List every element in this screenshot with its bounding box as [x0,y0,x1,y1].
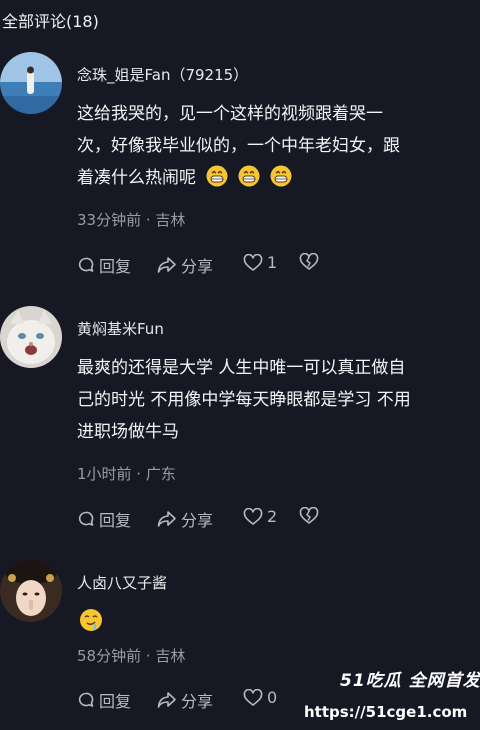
user-name[interactable]: 黄焖基米Fun [77,318,164,339]
like-count: 0 [267,688,278,707]
comment-meta: 58分钟前 · 吉林 [77,647,186,665]
like-button[interactable]: 2 [243,507,277,526]
dislike-heart-icon [299,507,319,525]
user-name[interactable]: 念珠_姐是Fan（79215） [77,64,248,85]
grin-emoji-icon [206,165,228,187]
heart-icon [243,253,263,272]
comment-icon [77,256,95,274]
heart-icon [243,688,263,707]
reply-button[interactable]: 回复 [77,253,131,277]
grin-emoji-icon [238,165,260,187]
watermark-brand: 51吃瓜 全网首发 [340,671,480,691]
comment-line: 进职场做牛马 [77,422,179,442]
reply-button[interactable]: 回复 [77,688,131,712]
grin-emoji-icon [270,165,292,187]
comment-actions: 回复 分享 1 [77,253,377,281]
dislike-button[interactable] [299,253,319,271]
comment-icon [77,510,95,528]
reply-button[interactable]: 回复 [77,507,131,531]
like-count: 1 [267,253,278,272]
user-name[interactable]: 人卤八又子酱 [77,572,167,593]
comment-meta: 33分钟前 · 吉林 [77,211,186,229]
dislike-button[interactable] [299,507,319,525]
comment-text: 这给我哭的，见一个这样的视频跟着哭一 次，好像我毕业似的，一个中年老妇女，跟 着… [77,98,467,194]
watermark-url: https://51cge1.com [304,703,468,721]
share-icon [157,691,177,709]
comment-line: 这给我哭的，见一个这样的视频跟着哭一 [77,104,383,124]
avatar[interactable] [0,306,62,368]
comment-line: 己的时光 不用像中学每天睁眼都是学习 不用 [77,390,411,410]
comment-line: 次，好像我毕业似的，一个中年老妇女，跟 [77,136,400,156]
drool-emoji-icon [79,608,103,636]
share-button[interactable]: 分享 [157,253,213,277]
comment-line: 最爽的还得是大学 人生中唯一可以真正做自 [77,358,406,378]
avatar[interactable] [0,52,62,114]
comment-meta: 1小时前 · 广东 [77,465,176,483]
share-icon [157,256,177,274]
like-button[interactable]: 0 [243,688,277,707]
comment-line: 着凑什么热闹呢 [77,162,467,194]
comment-actions: 回复 分享 2 [77,507,377,535]
comment-icon [77,691,95,709]
dislike-heart-icon [299,253,319,271]
avatar[interactable] [0,560,62,622]
share-button[interactable]: 分享 [157,507,213,531]
comment-text: 最爽的还得是大学 人生中唯一可以真正做自 己的时光 不用像中学每天睁眼都是学习 … [77,352,467,448]
comments-header: 全部评论(18) [2,12,99,31]
like-button[interactable]: 1 [243,253,277,272]
like-count: 2 [267,507,278,526]
share-button[interactable]: 分享 [157,688,213,712]
share-icon [157,510,177,528]
heart-icon [243,507,263,526]
